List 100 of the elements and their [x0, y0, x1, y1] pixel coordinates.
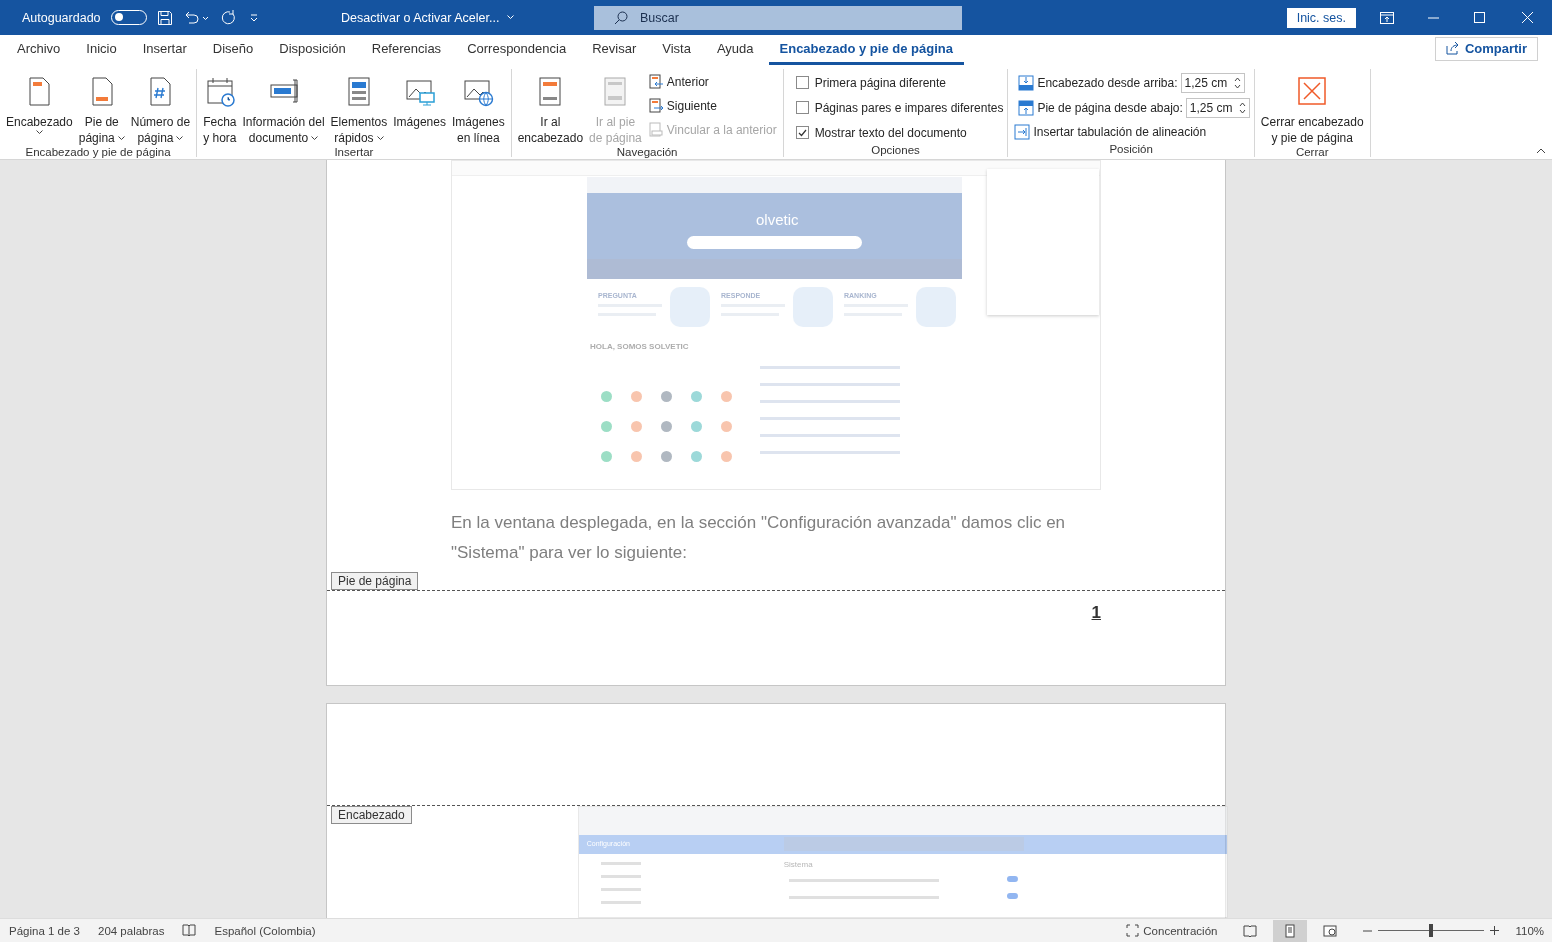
- chevron-up-icon: [1536, 148, 1546, 154]
- brand-logo: olvetic: [756, 211, 799, 228]
- field-label: Pie de página desde abajo:: [1037, 100, 1183, 115]
- ribbon-button[interactable]: Información del documento: [240, 69, 327, 146]
- share-icon: [1445, 42, 1460, 55]
- group-title: Posición: [1108, 143, 1154, 157]
- menu-tab[interactable]: Diseño: [201, 41, 265, 65]
- checkbox-label: Primera página diferente: [814, 75, 947, 90]
- section-heading: HOLA, SOMOS SOLVETIC: [590, 342, 689, 351]
- save-icon: [156, 9, 173, 26]
- autosave-label: Autoguardado: [22, 10, 101, 25]
- minimize-icon: [1427, 16, 1439, 19]
- avatar: [631, 451, 642, 462]
- checkbox[interactable]: [795, 76, 809, 89]
- zoom-level[interactable]: 110%: [1515, 924, 1544, 937]
- avatar: [721, 391, 732, 402]
- menu-tab[interactable]: Archivo: [6, 41, 72, 65]
- avatar: [601, 421, 612, 432]
- previous-icon: [647, 74, 664, 90]
- ribbon-button[interactable]: Imágenes en línea: [449, 69, 507, 146]
- avatar: [631, 421, 642, 432]
- menu-tab[interactable]: Ayuda: [705, 41, 765, 65]
- ribbon-button[interactable]: Anterior: [645, 71, 779, 93]
- minus-icon: [1363, 929, 1373, 932]
- card-art: [916, 287, 956, 327]
- ribbon-button[interactable]: Siguiente: [645, 95, 779, 117]
- menu-tab[interactable]: Insertar: [131, 41, 198, 65]
- menu-tab[interactable]: Inicio: [75, 41, 128, 65]
- maximize-icon: [1473, 12, 1485, 23]
- checkbox[interactable]: [795, 101, 809, 114]
- footer-position-icon: [1018, 99, 1035, 116]
- plus-icon: [1490, 926, 1500, 935]
- zoom-thumb[interactable]: [1429, 924, 1434, 937]
- group-title: Opciones: [870, 144, 921, 158]
- close-icon: [1296, 75, 1329, 108]
- footer-tag: Pie de página: [331, 572, 419, 590]
- checkbox-label: Mostrar texto del documento: [814, 125, 967, 140]
- avatar: [661, 391, 672, 402]
- menu-tab[interactable]: Disposición: [268, 41, 357, 65]
- book-icon: [1243, 923, 1258, 938]
- word-count[interactable]: 204 palabras: [98, 924, 165, 937]
- next-icon: [647, 98, 664, 114]
- close-icon: [1521, 12, 1533, 23]
- checkbox-label: Páginas pares e impares diferentes: [814, 100, 1004, 115]
- ribbon-button[interactable]: Imágenes: [391, 69, 448, 146]
- avatar: [661, 451, 672, 462]
- search-icon: [614, 10, 628, 25]
- avatar: [601, 391, 612, 402]
- spin-field[interactable]: 1,25 cm: [1185, 97, 1250, 118]
- menu-tab[interactable]: Revisar: [581, 41, 648, 65]
- card-art: [670, 287, 710, 327]
- check-icon: [797, 128, 807, 137]
- avatar: [601, 451, 612, 462]
- sign-in-button[interactable]: Inic. ses.: [1286, 7, 1356, 28]
- checkbox[interactable]: [795, 126, 809, 139]
- document-title[interactable]: Desactivar o Activar Aceler...: [341, 10, 594, 25]
- group-title: Insertar: [333, 146, 375, 160]
- zoom-in-button[interactable]: [1490, 926, 1500, 935]
- language[interactable]: Español (Colombia): [214, 924, 316, 937]
- ribbon-button[interactable]: Insertar tabulación de alineación: [1012, 121, 1250, 143]
- menu-tab[interactable]: Correspondencia: [456, 41, 578, 65]
- ribbon-button[interactable]: Ir al encabezado: [515, 69, 586, 146]
- group-title: Encabezado y pie de página: [24, 146, 172, 160]
- web-layout-icon: [1323, 923, 1338, 938]
- ribbon-button[interactable]: Pie de página: [76, 69, 127, 146]
- ribbon-button[interactable]: Encabezado: [4, 69, 75, 146]
- avatar: [721, 451, 732, 462]
- ribbon-button[interactable]: Elementos rápidos: [328, 69, 390, 146]
- align-tab-icon: [1014, 124, 1031, 140]
- spin-field[interactable]: 1,25 cm: [1180, 72, 1245, 93]
- proofing-book-icon: [182, 924, 197, 937]
- caret-icon: [507, 15, 515, 20]
- avatar: [691, 391, 702, 402]
- ribbon-button[interactable]: Fecha y hora: [201, 69, 239, 146]
- group-title: Navegación: [615, 146, 679, 160]
- page-count[interactable]: Página 1 de 3: [9, 924, 80, 937]
- link-icon: [647, 122, 664, 138]
- search-field[interactable]: Buscar: [594, 5, 962, 30]
- avatar: [691, 421, 702, 432]
- view-button[interactable]: [1273, 919, 1308, 942]
- spinner-icon: [1238, 100, 1246, 115]
- ribbon-display-icon: [1380, 11, 1394, 24]
- focus-icon: [1126, 924, 1140, 937]
- page-number: 1: [1091, 603, 1101, 623]
- card-art: [793, 287, 833, 327]
- spinner-icon: [1233, 75, 1241, 90]
- ribbon-button[interactable]: Número de página: [128, 69, 193, 146]
- share-button[interactable]: Compartir: [1434, 36, 1538, 61]
- group-title: Cerrar: [1294, 146, 1330, 160]
- avatar: [721, 421, 732, 432]
- header-tag: Encabezado: [331, 806, 412, 824]
- menu-tab[interactable]: Referencias: [360, 41, 453, 65]
- ribbon-button[interactable]: Cerrar encabezado y pie de página: [1258, 69, 1366, 146]
- focus-button[interactable]: Concentración: [1126, 924, 1218, 937]
- avatar: [631, 391, 642, 402]
- paragraph: En la ventana desplegada, en la sección "Configuración avanzada" damos clic en "Sistema" para ver lo siguiente:: [451, 512, 1067, 564]
- menu-tab[interactable]: Vista: [651, 41, 702, 65]
- avatar: [691, 451, 702, 462]
- section-heading: Sistema: [783, 860, 813, 869]
- header-position-icon: [1018, 74, 1035, 91]
